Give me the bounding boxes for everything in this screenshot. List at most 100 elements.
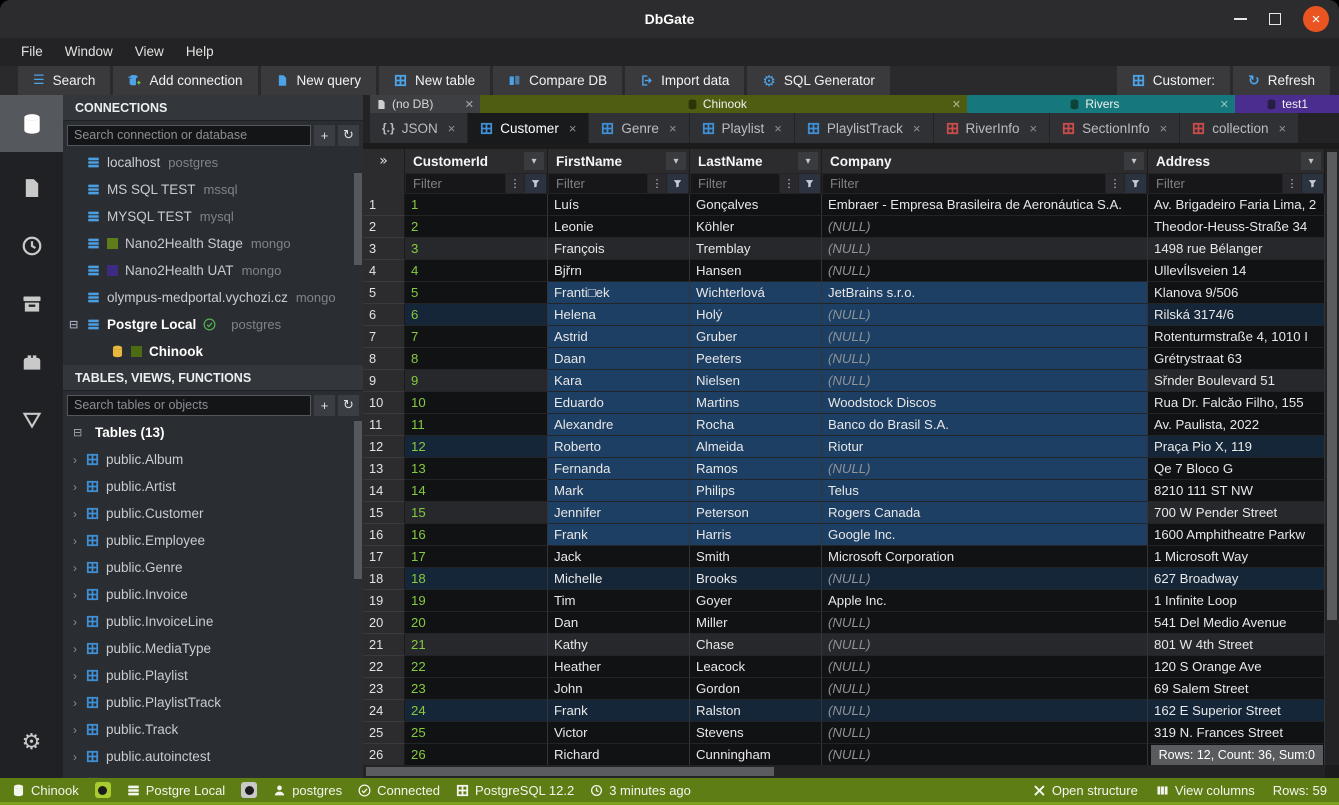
cell[interactable]: 11 (405, 414, 548, 436)
filter-input-company[interactable] (823, 174, 1105, 193)
cell[interactable]: (NULL) (822, 458, 1148, 480)
cell[interactable]: (NULL) (822, 678, 1148, 700)
table-public-invoice[interactable]: ›public.Invoice (63, 581, 363, 608)
tab-playlist[interactable]: Playlist× (690, 113, 794, 143)
connection-localhost[interactable]: localhostpostgres (63, 149, 363, 176)
column-header-lastname[interactable]: LastName▾ (690, 149, 822, 173)
status-postgresql-12-2[interactable]: PostgreSQL 12.2 (456, 783, 574, 798)
cell[interactable]: Jennifer (548, 502, 690, 524)
table-public-autoinctest[interactable]: ›public.autoinctest (63, 743, 363, 770)
table-public-genre[interactable]: ›public.Genre (63, 554, 363, 581)
cell[interactable]: François (548, 238, 690, 260)
chevron-down-icon[interactable]: ▾ (1301, 152, 1321, 170)
cell[interactable]: Fernanda (548, 458, 690, 480)
cell[interactable]: (NULL) (822, 612, 1148, 634)
cell[interactable]: Peeters (690, 348, 822, 370)
tab-genre[interactable]: Genre× (589, 113, 688, 143)
cell[interactable]: Victor (548, 722, 690, 744)
cell[interactable]: 15 (405, 502, 548, 524)
filter-input-customerid[interactable] (406, 174, 505, 193)
cell[interactable]: 6 (405, 304, 548, 326)
toolbar-import-data-button[interactable]: Import data (625, 66, 744, 95)
filter-input-address[interactable] (1149, 174, 1282, 193)
rail-history-button[interactable] (0, 224, 63, 268)
funnel-icon[interactable] (525, 174, 546, 193)
cell[interactable]: Nielsen (690, 370, 822, 392)
cell[interactable]: Heather (548, 656, 690, 678)
tab-playlisttrack[interactable]: PlaylistTrack× (795, 113, 933, 143)
chevron-down-icon[interactable]: ▾ (666, 152, 686, 170)
filter-menu-icon[interactable]: ⋮ (648, 174, 666, 193)
column-header-customerid[interactable]: CustomerId▾ (405, 149, 548, 173)
tab-riverinfo[interactable]: RiverInfo× (934, 113, 1050, 143)
collapse-icon[interactable]: ⊟ (69, 318, 78, 331)
cell[interactable]: 627 Broadway (1148, 568, 1325, 590)
cell[interactable]: 18 (405, 568, 548, 590)
rail-database-button[interactable] (0, 95, 63, 152)
table-public-album[interactable]: ›public.Album (63, 446, 363, 473)
row-number[interactable]: 19 (363, 590, 405, 612)
cell[interactable]: Rua Dr. Falcăo Filho, 155 (1148, 392, 1325, 414)
cell[interactable]: Leacock (690, 656, 822, 678)
row-number[interactable]: 20 (363, 612, 405, 634)
cell[interactable]: Klanova 9/506 (1148, 282, 1325, 304)
funnel-icon[interactable] (667, 174, 688, 193)
cell[interactable]: (NULL) (822, 326, 1148, 348)
status-connected[interactable]: Connected (358, 783, 440, 798)
row-number[interactable]: 5 (363, 282, 405, 304)
cell[interactable]: 20 (405, 612, 548, 634)
cell[interactable]: Miller (690, 612, 822, 634)
toolbar-compare-db-button[interactable]: Compare DB (493, 66, 622, 95)
cell[interactable]: Dan (548, 612, 690, 634)
cell[interactable]: 14 (405, 480, 548, 502)
cell[interactable]: Hansen (690, 260, 822, 282)
cell[interactable]: Wichterlová (690, 282, 822, 304)
cell[interactable]: (NULL) (822, 348, 1148, 370)
row-number[interactable]: 22 (363, 656, 405, 678)
chevron-right-icon[interactable]: › (73, 534, 77, 548)
cell[interactable]: Franti□ek (548, 282, 690, 304)
chevron-right-icon[interactable]: › (73, 669, 77, 683)
row-number[interactable]: 23 (363, 678, 405, 700)
row-number[interactable]: 6 (363, 304, 405, 326)
close-tab-icon[interactable]: × (913, 121, 921, 136)
close-tabgroup-icon[interactable]: ✕ (465, 98, 474, 111)
cell[interactable]: (NULL) (822, 304, 1148, 326)
chevron-down-icon[interactable]: ▾ (524, 152, 544, 170)
cell[interactable]: Holý (690, 304, 822, 326)
cell[interactable]: Stevens (690, 722, 822, 744)
tables-search-input[interactable] (67, 395, 311, 416)
row-number[interactable]: 7 (363, 326, 405, 348)
cell[interactable]: (NULL) (822, 216, 1148, 238)
chevron-right-icon[interactable]: › (73, 588, 77, 602)
tab-collection[interactable]: collection× (1180, 113, 1298, 143)
cell[interactable]: 8 (405, 348, 548, 370)
funnel-icon[interactable] (1125, 174, 1146, 193)
cell[interactable]: (NULL) (822, 700, 1148, 722)
row-number[interactable]: 10 (363, 392, 405, 414)
cell[interactable]: Embraer - Empresa Brasileira de Aeronáut… (822, 194, 1148, 216)
vertical-scrollbar[interactable] (1325, 149, 1339, 765)
cell[interactable]: Daan (548, 348, 690, 370)
row-number[interactable]: 17 (363, 546, 405, 568)
filter-menu-icon[interactable]: ⋮ (506, 174, 524, 193)
chevron-right-icon[interactable]: › (73, 750, 77, 764)
close-tabgroup-icon[interactable]: ✕ (952, 98, 961, 111)
row-number[interactable]: 24 (363, 700, 405, 722)
cell[interactable]: 1600 Amphitheatre Parkw (1148, 524, 1325, 546)
menu-file[interactable]: File (10, 38, 54, 66)
cell[interactable]: Richard (548, 744, 690, 766)
status-badge[interactable] (95, 782, 111, 798)
table-public-playlisttrack[interactable]: ›public.PlaylistTrack (63, 689, 363, 716)
cell[interactable]: (NULL) (822, 370, 1148, 392)
cell[interactable]: UllevÍlsveien 14 (1148, 260, 1325, 282)
maximize-icon[interactable] (1269, 13, 1281, 25)
rail-file-button[interactable] (0, 166, 63, 210)
minimize-icon[interactable] (1234, 18, 1247, 20)
chevron-right-icon[interactable]: › (73, 723, 77, 737)
cell[interactable]: 3 (405, 238, 548, 260)
cell[interactable]: Luís (548, 194, 690, 216)
cell[interactable]: Google Inc. (822, 524, 1148, 546)
cell[interactable]: 12 (405, 436, 548, 458)
menu-window[interactable]: Window (54, 38, 124, 66)
